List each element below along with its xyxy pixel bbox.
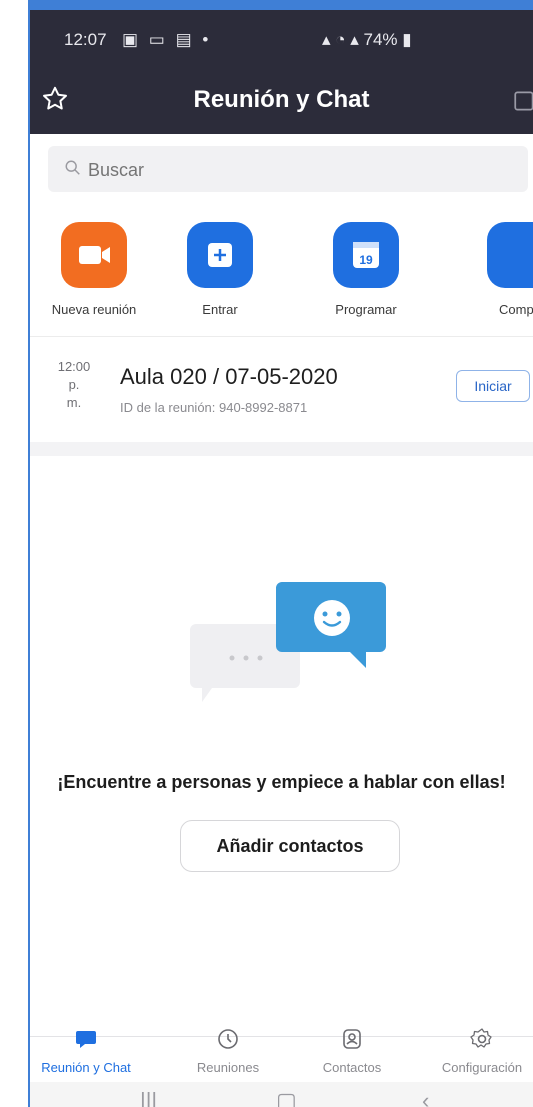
system-nav-bar: ||| ▢ ‹	[30, 1082, 533, 1107]
meeting-time-ampm-2: m.	[66, 395, 82, 410]
status-time: 12:07	[64, 30, 107, 49]
status-bar: 12:07 ▣ ▭ ▤ • ▴ ◔ ▴ 74% ▮	[30, 10, 533, 68]
meeting-item[interactable]: 12:00 p. m. Aula 020 / 07-05-2020 ID de …	[30, 340, 533, 440]
notification-icons: ▣ ▭ ▤ •	[122, 30, 212, 49]
share-screen-label: Compa	[499, 302, 533, 317]
video-camera-icon	[61, 222, 127, 288]
compose-icon[interactable]	[512, 88, 533, 114]
tab-settings[interactable]: Configuración	[422, 1027, 533, 1075]
search-section	[30, 134, 533, 204]
schedule-label: Programar	[335, 302, 397, 317]
search-bar[interactable]	[48, 146, 528, 194]
meeting-time: 12:00 p. m.	[52, 358, 96, 412]
screenshot-border-left	[0, 0, 30, 1107]
meeting-time-hour: 12:00	[57, 359, 91, 374]
tab-meet-chat-label: Reunión y Chat	[41, 1060, 131, 1075]
meeting-id: ID de la reunión: 940-8992-8871	[120, 400, 308, 415]
tab-contacts[interactable]: Contactos	[292, 1027, 412, 1075]
divider	[30, 336, 533, 337]
battery-level: 74%	[363, 30, 398, 49]
tab-meetings-label: Reuniones	[196, 1060, 260, 1075]
add-contacts-button[interactable]: Añadir contactos	[180, 820, 400, 872]
empty-state-message: ¡Encuentre a personas y empiece a hablar…	[57, 772, 506, 792]
schedule-button[interactable]: 19 Programar	[306, 214, 426, 317]
signal-icon: ▴ ◔ ▴	[322, 30, 359, 49]
meeting-time-ampm-1: p.	[68, 377, 80, 392]
calendar-icon: 19	[333, 222, 399, 288]
join-button[interactable]: Entrar	[160, 214, 280, 317]
battery-icon: ▮	[402, 30, 412, 49]
search-icon	[65, 160, 80, 175]
chat-bubble-icon	[76, 1031, 96, 1048]
search-input[interactable]	[86, 146, 510, 194]
home-icon[interactable]: ▢	[276, 1088, 297, 1107]
app-header: Reunión y Chat	[30, 68, 533, 134]
share-screen-icon	[487, 222, 533, 288]
new-meeting-button[interactable]: Nueva reunión	[34, 214, 154, 317]
status-right: ▴ ◔ ▴ 74% ▮	[322, 30, 412, 50]
page-title: Reunión y Chat	[193, 86, 370, 113]
screenshot-border-top	[0, 0, 533, 10]
new-meeting-label: Nueva reunión	[51, 302, 137, 317]
tab-contacts-label: Contactos	[322, 1060, 382, 1075]
meeting-title: Aula 020 / 07-05-2020	[120, 364, 338, 389]
quick-actions: Nueva reunión Entrar 19 Programar Comp	[30, 214, 533, 334]
start-meeting-button[interactable]: Iniciar	[456, 370, 530, 402]
section-separator	[30, 442, 533, 456]
recent-apps-icon[interactable]: |||	[140, 1088, 157, 1107]
share-screen-button[interactable]: Compa	[460, 214, 533, 317]
tab-meet-chat[interactable]: Reunión y Chat	[30, 1027, 146, 1075]
tab-meetings[interactable]: Reuniones	[168, 1027, 288, 1075]
bottom-nav: Reunión y Chat Reuniones Contactos Confi…	[30, 1028, 533, 1083]
contacts-icon	[343, 1029, 361, 1049]
phone-screen: 12:07 ▣ ▭ ▤ • ▴ ◔ ▴ 74% ▮ Reunión y Chat	[30, 10, 533, 1107]
clock-icon	[218, 1029, 238, 1049]
back-icon[interactable]: ‹	[422, 1088, 429, 1107]
tab-settings-label: Configuración	[441, 1060, 523, 1075]
join-label: Entrar	[202, 302, 238, 317]
chat-illustration	[190, 582, 386, 702]
plus-square-icon	[187, 222, 253, 288]
calendar-day: 19	[359, 253, 373, 267]
gear-icon	[470, 1028, 492, 1048]
